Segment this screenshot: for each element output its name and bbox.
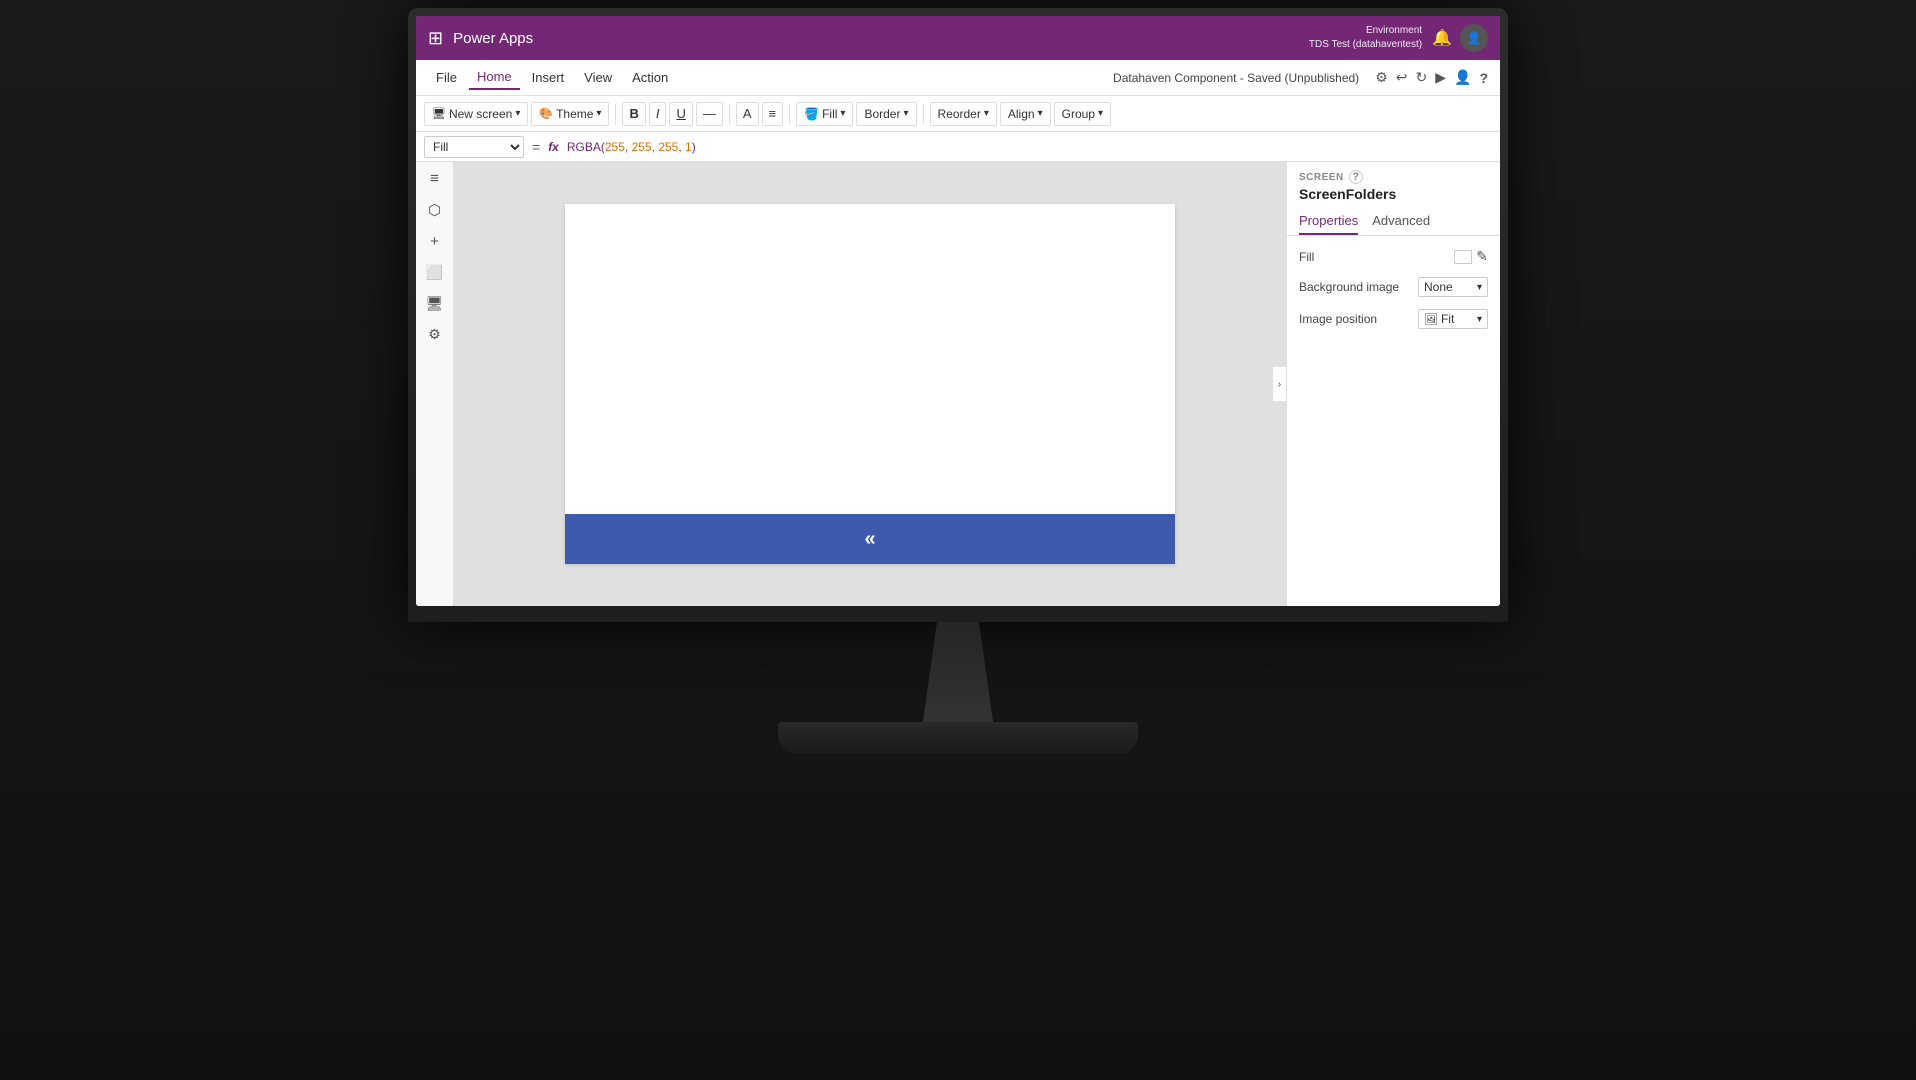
panel-tabs: Properties Advanced bbox=[1287, 208, 1500, 236]
monitor-stand-base bbox=[778, 722, 1138, 754]
bold-button[interactable]: B bbox=[622, 102, 645, 126]
formula-bar: Fill = fx RGBA(255, 255, 255, 1) bbox=[416, 132, 1500, 162]
formula-value: RGBA(255, 255, 255, 1) bbox=[567, 140, 696, 154]
panel-help-icon[interactable]: ? bbox=[1349, 170, 1363, 184]
theme-button[interactable]: 🎨 Theme ▾ bbox=[531, 102, 609, 126]
right-panel: SCREEN ? ScreenFolders Properties Advanc… bbox=[1286, 162, 1500, 606]
screen-icon[interactable]: ⬜ bbox=[426, 264, 443, 281]
panel-title: ScreenFolders bbox=[1287, 186, 1500, 208]
toolbar-separator-4 bbox=[923, 104, 924, 124]
menu-home[interactable]: Home bbox=[469, 65, 520, 90]
menu-file[interactable]: File bbox=[428, 66, 465, 89]
menu-action[interactable]: Action bbox=[624, 66, 676, 89]
app-container: ⊞ Power Apps Environment TDS Test (datah… bbox=[416, 16, 1500, 606]
fill-label: Fill bbox=[1299, 250, 1314, 264]
fx-label: fx bbox=[548, 140, 559, 154]
avatar[interactable]: 👤 bbox=[1460, 24, 1488, 52]
reorder-chevron-icon: ▾ bbox=[984, 108, 989, 119]
fill-chevron-icon: ▾ bbox=[840, 108, 845, 119]
equals-sign: = bbox=[532, 139, 540, 155]
canvas-area: « bbox=[454, 162, 1286, 606]
theme-chevron-icon: ▾ bbox=[596, 108, 601, 119]
align-controls-button[interactable]: Align ▾ bbox=[1000, 102, 1051, 126]
monitor-bezel: ⊞ Power Apps Environment TDS Test (datah… bbox=[408, 8, 1508, 622]
fill-button[interactable]: 🪣 Fill ▾ bbox=[796, 102, 853, 126]
menu-insert[interactable]: Insert bbox=[524, 66, 573, 89]
background-image-row: Background image None ▾ bbox=[1299, 277, 1488, 297]
help-icon[interactable]: ? bbox=[1479, 70, 1488, 86]
waffle-icon[interactable]: ⊞ bbox=[428, 28, 443, 49]
bg-dropdown-chevron: ▾ bbox=[1477, 282, 1482, 293]
canvas-content[interactable]: « bbox=[565, 204, 1175, 564]
italic-button[interactable]: I bbox=[649, 102, 667, 126]
toolbar-separator-2 bbox=[729, 104, 730, 124]
new-screen-icon: 🖥 bbox=[432, 107, 446, 120]
left-sidebar: ≡ ⬡ + ⬜ 🖥 ⚙ bbox=[416, 162, 454, 606]
account-icon[interactable]: 👤 bbox=[1454, 69, 1471, 86]
toolbar: 🖥 New screen ▾ 🎨 Theme ▾ B I U — bbox=[416, 96, 1500, 132]
formula-property-dropdown[interactable]: Fill bbox=[424, 136, 524, 158]
screen-label: SCREEN bbox=[1299, 172, 1344, 183]
background-image-dropdown[interactable]: None ▾ bbox=[1418, 277, 1488, 297]
app-title: Power Apps bbox=[453, 30, 533, 47]
panel-screen-header: SCREEN ? bbox=[1287, 162, 1500, 186]
menu-view[interactable]: View bbox=[576, 66, 620, 89]
database-icon[interactable]: ⬡ bbox=[428, 201, 441, 219]
chevron-left-icon: « bbox=[864, 528, 875, 551]
chevron-down-icon: ▾ bbox=[515, 108, 520, 119]
fill-paint-icon: 🪣 bbox=[804, 107, 819, 121]
blue-navigation-bar[interactable]: « bbox=[565, 514, 1175, 564]
fill-value[interactable]: ✎ bbox=[1454, 248, 1488, 265]
save-status: Datahaven Component - Saved (Unpublished… bbox=[1113, 71, 1359, 85]
fill-color-swatch bbox=[1454, 250, 1472, 264]
monitor-screen: ⊞ Power Apps Environment TDS Test (datah… bbox=[416, 16, 1500, 606]
group-button[interactable]: Group ▾ bbox=[1054, 102, 1111, 126]
code-icon[interactable]: ⚙ bbox=[428, 326, 441, 343]
fill-row: Fill ✎ bbox=[1299, 248, 1488, 265]
align-chevron-icon: ▾ bbox=[1038, 108, 1043, 119]
background-image-label: Background image bbox=[1299, 280, 1399, 294]
strikethrough-button[interactable]: — bbox=[696, 102, 723, 126]
env-info: Environment TDS Test (datahaventest) bbox=[1309, 24, 1422, 52]
media-icon[interactable]: 🖥 bbox=[426, 295, 444, 312]
image-position-dropdown[interactable]: 🖼 Fit ▾ bbox=[1418, 309, 1488, 329]
panel-collapse-button[interactable]: › bbox=[1272, 366, 1286, 402]
monitor-stand-neck bbox=[923, 622, 993, 722]
reorder-button[interactable]: Reorder ▾ bbox=[930, 102, 997, 126]
workspace: ≡ ⬡ + ⬜ 🖥 ⚙ « bbox=[416, 162, 1500, 606]
bell-icon[interactable]: 🔔 bbox=[1432, 28, 1452, 48]
underline-button[interactable]: U bbox=[669, 102, 692, 126]
toolbar-icons-right: ⚙ ↩ ↻ ▶ 👤 ? bbox=[1375, 69, 1488, 86]
hamburger-icon[interactable]: ≡ bbox=[430, 170, 439, 187]
image-position-icon: 🖼 bbox=[1424, 313, 1438, 326]
settings-icon[interactable]: ⚙ bbox=[1375, 69, 1388, 86]
tab-advanced[interactable]: Advanced bbox=[1372, 208, 1430, 235]
menu-bar: File Home Insert View Action Datahaven C… bbox=[416, 60, 1500, 96]
play-icon[interactable]: ▶ bbox=[1435, 69, 1446, 86]
pos-dropdown-chevron: ▾ bbox=[1477, 314, 1482, 325]
redo-icon[interactable]: ↻ bbox=[1415, 69, 1427, 86]
image-position-row: Image position 🖼 Fit ▾ bbox=[1299, 309, 1488, 329]
image-position-label: Image position bbox=[1299, 312, 1377, 326]
theme-icon: 🎨 bbox=[539, 107, 553, 120]
new-screen-button[interactable]: 🖥 New screen ▾ bbox=[424, 102, 528, 126]
add-control-icon[interactable]: + bbox=[430, 233, 439, 250]
panel-body: Fill ✎ Background image None bbox=[1287, 236, 1500, 341]
border-button[interactable]: Border ▾ bbox=[856, 102, 916, 126]
fill-edit-icon[interactable]: ✎ bbox=[1476, 248, 1488, 265]
toolbar-separator-1 bbox=[615, 104, 616, 124]
tab-properties[interactable]: Properties bbox=[1299, 208, 1358, 235]
title-bar: ⊞ Power Apps Environment TDS Test (datah… bbox=[416, 16, 1500, 60]
toolbar-separator-3 bbox=[789, 104, 790, 124]
group-chevron-icon: ▾ bbox=[1098, 108, 1103, 119]
undo-icon[interactable]: ↩ bbox=[1396, 69, 1408, 86]
align-button[interactable]: ≡ bbox=[762, 102, 784, 126]
border-chevron-icon: ▾ bbox=[903, 108, 908, 119]
font-color-button[interactable]: A bbox=[736, 102, 759, 126]
